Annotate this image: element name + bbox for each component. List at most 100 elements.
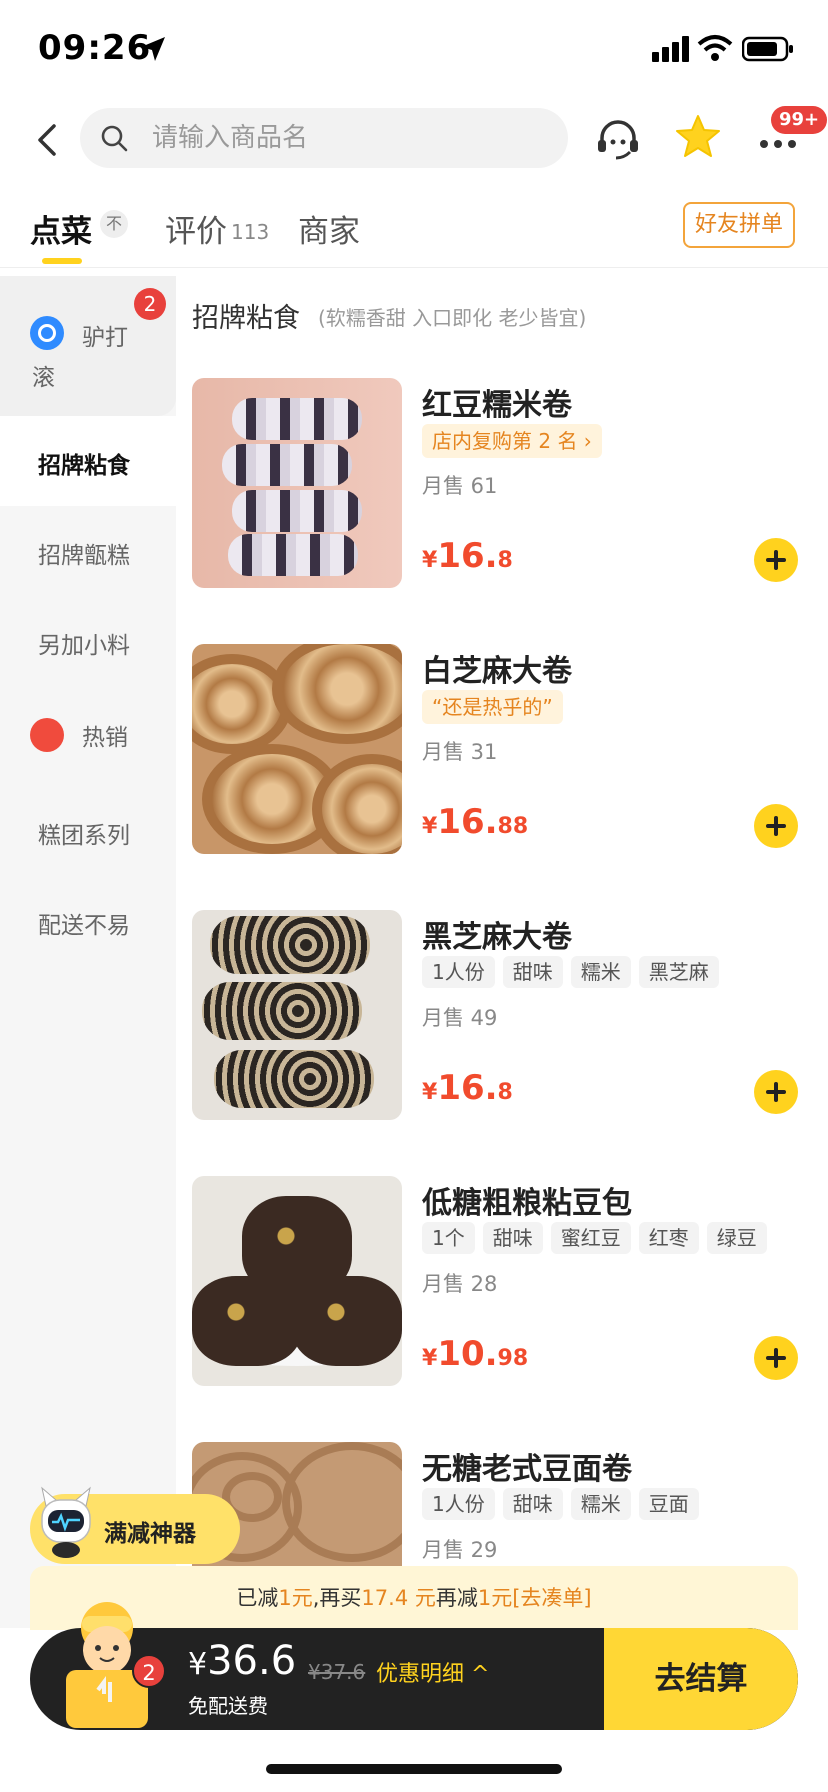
add-to-cart-button[interactable] bbox=[754, 804, 798, 848]
product-price: ¥10.98 bbox=[422, 1334, 529, 1374]
product-sold: 月售 29 bbox=[422, 1538, 498, 1562]
product-tags: 1人份 甜味 糯米 黑芝麻 bbox=[422, 956, 719, 988]
product-sold: 月售 31 bbox=[422, 740, 498, 764]
sidebar-item-label: 招牌粘食 bbox=[38, 453, 130, 479]
discount-next: 1元 bbox=[477, 1586, 513, 1610]
pin-icon[interactable]: 不 bbox=[100, 210, 128, 238]
product-sold: 月售 28 bbox=[422, 1272, 498, 1296]
product-rank-badge[interactable]: 店内复购第 2 名 › bbox=[422, 424, 602, 458]
sidebar-item-label: 滚 bbox=[32, 365, 55, 391]
reviews-count: 113 bbox=[231, 220, 270, 244]
product-image[interactable] bbox=[192, 644, 402, 854]
product-tag: 1人份 bbox=[422, 956, 495, 988]
discount-text: 已减 bbox=[236, 1586, 279, 1610]
sidebar-item-signature-sticky[interactable]: 招牌粘食 bbox=[0, 416, 176, 506]
sidebar-item-label: 糕团系列 bbox=[38, 823, 130, 849]
discount-tool-label: 满减神器 bbox=[104, 1521, 196, 1547]
product-image[interactable] bbox=[192, 1176, 402, 1386]
discount-text: 再减 bbox=[435, 1586, 478, 1610]
product-name: 低糖粗粮粘豆包 bbox=[422, 1186, 632, 1221]
sidebar-item-label: 配送不易 bbox=[38, 913, 130, 939]
add-to-cart-button[interactable] bbox=[754, 1070, 798, 1114]
product-card[interactable]: 黑芝麻大卷 1人份 甜味 糯米 黑芝麻 月售 49 ¥16.8 bbox=[192, 910, 828, 1134]
product-tags: 1人份 甜味 糯米 豆面 bbox=[422, 1488, 699, 1520]
section-subtitle: (软糯香甜 入口即化 老少皆宜) bbox=[318, 306, 587, 330]
customer-service-icon[interactable] bbox=[594, 114, 642, 162]
sidebar-item-label: 驴打 bbox=[82, 325, 128, 351]
product-quote-badge: “还是热乎的” bbox=[422, 690, 563, 724]
sidebar-item-donkey-roll[interactable]: 驴打 滚 2 bbox=[0, 276, 176, 416]
sidebar-item-signature-cake[interactable]: 招牌甑糕 bbox=[0, 506, 176, 596]
search-bar[interactable] bbox=[80, 108, 568, 168]
discount-amount: 1元 bbox=[278, 1586, 313, 1610]
tab-active-indicator bbox=[42, 258, 82, 264]
product-tag: 蜜红豆 bbox=[550, 1222, 631, 1254]
group-order-button[interactable]: 好友拼单 bbox=[683, 202, 795, 248]
sidebar-item-cake-series[interactable]: 糕团系列 bbox=[0, 786, 176, 876]
sidebar-item-label: 另加小料 bbox=[38, 633, 130, 659]
product-image[interactable] bbox=[192, 378, 402, 588]
tab-bar: 点菜 不 评价 113 商家 好友拼单 bbox=[0, 196, 828, 268]
cart-original-price: ¥37.6 bbox=[308, 1660, 366, 1684]
favorite-star-icon[interactable] bbox=[673, 112, 723, 162]
robot-mascot-icon bbox=[41, 1486, 91, 1558]
sidebar-item-label: 招牌甑糕 bbox=[38, 543, 130, 569]
product-tag: 豆面 bbox=[638, 1488, 699, 1520]
cart-total-price: ¥36.6 bbox=[188, 1638, 297, 1684]
product-price: ¥16.8 bbox=[422, 1068, 513, 1108]
status-bar: 09:26 bbox=[0, 0, 828, 100]
location-arrow-icon bbox=[141, 37, 165, 61]
product-name: 黑芝麻大卷 bbox=[422, 920, 572, 955]
product-tag: 甜味 bbox=[482, 1222, 543, 1254]
product-tag: 黑芝麻 bbox=[638, 956, 719, 988]
product-tag: 1人份 bbox=[422, 1488, 495, 1520]
product-tags: 1个 甜味 蜜红豆 红枣 绿豆 bbox=[422, 1222, 767, 1254]
add-to-cart-button[interactable] bbox=[754, 1336, 798, 1380]
product-tag: 糯米 bbox=[570, 956, 631, 988]
cart-count-badge: 2 bbox=[132, 1654, 166, 1688]
product-tag: 甜味 bbox=[502, 1488, 563, 1520]
sidebar-item-delivery[interactable]: 配送不易 bbox=[0, 876, 176, 966]
product-tag: 红枣 bbox=[638, 1222, 699, 1254]
product-sold: 月售 49 bbox=[422, 1006, 498, 1030]
delivery-fee-label: 免配送费 bbox=[188, 1694, 268, 1718]
fire-icon bbox=[30, 718, 64, 752]
discount-remaining: 17.4 元 bbox=[361, 1586, 436, 1610]
product-sold: 月售 61 bbox=[422, 474, 498, 498]
category-sidebar: 驴打 滚 2 招牌粘食 招牌甑糕 另加小料 热销 糕团系列 配送不易 bbox=[0, 276, 176, 1628]
sidebar-item-hot[interactable]: 热销 bbox=[0, 686, 176, 786]
search-input[interactable] bbox=[150, 108, 550, 168]
discount-detail-toggle[interactable]: 优惠明细 ^ bbox=[376, 1656, 489, 1688]
tab-merchant[interactable]: 商家 bbox=[298, 206, 360, 251]
product-card[interactable]: 白芝麻大卷 “还是热乎的” 月售 31 ¥16.88 bbox=[192, 644, 828, 868]
discount-tool-button[interactable]: 满减神器 bbox=[30, 1486, 240, 1564]
home-indicator[interactable] bbox=[266, 1764, 562, 1774]
top-bar: 99+ bbox=[0, 106, 828, 172]
category-count-badge: 2 bbox=[134, 288, 166, 320]
tab-order[interactable]: 点菜 bbox=[30, 206, 92, 251]
checkout-button[interactable]: 去结算 bbox=[604, 1628, 798, 1730]
product-tag: 糯米 bbox=[570, 1488, 631, 1520]
search-icon bbox=[101, 125, 128, 152]
product-card[interactable]: 低糖粗粮粘豆包 1个 甜味 蜜红豆 红枣 绿豆 月售 28 ¥10.98 bbox=[192, 1176, 828, 1400]
add-to-cart-button[interactable] bbox=[754, 538, 798, 582]
product-card[interactable]: 红豆糯米卷 店内复购第 2 名 › 月售 61 ¥16.8 bbox=[192, 378, 828, 602]
sidebar-item-label: 热销 bbox=[82, 725, 128, 751]
discount-text: ,再买 bbox=[312, 1586, 362, 1610]
product-name: 红豆糯米卷 bbox=[422, 388, 572, 423]
product-tag: 甜味 bbox=[502, 956, 563, 988]
product-tag: 1个 bbox=[422, 1222, 475, 1254]
status-time: 09:26 bbox=[38, 28, 152, 68]
product-image[interactable] bbox=[192, 910, 402, 1120]
section-title: 招牌粘食 bbox=[192, 303, 300, 334]
tab-reviews[interactable]: 评价 bbox=[165, 206, 227, 251]
back-icon[interactable] bbox=[30, 122, 66, 158]
add-more-link[interactable]: [去凑单] bbox=[512, 1586, 591, 1610]
search-badge-icon bbox=[30, 316, 64, 350]
signal-icon bbox=[652, 36, 689, 62]
battery-icon bbox=[742, 36, 793, 62]
sidebar-item-extras[interactable]: 另加小料 bbox=[0, 596, 176, 686]
product-name: 无糖老式豆面卷 bbox=[422, 1452, 632, 1487]
product-name: 白芝麻大卷 bbox=[422, 654, 572, 689]
product-price: ¥16.8 bbox=[422, 536, 513, 576]
